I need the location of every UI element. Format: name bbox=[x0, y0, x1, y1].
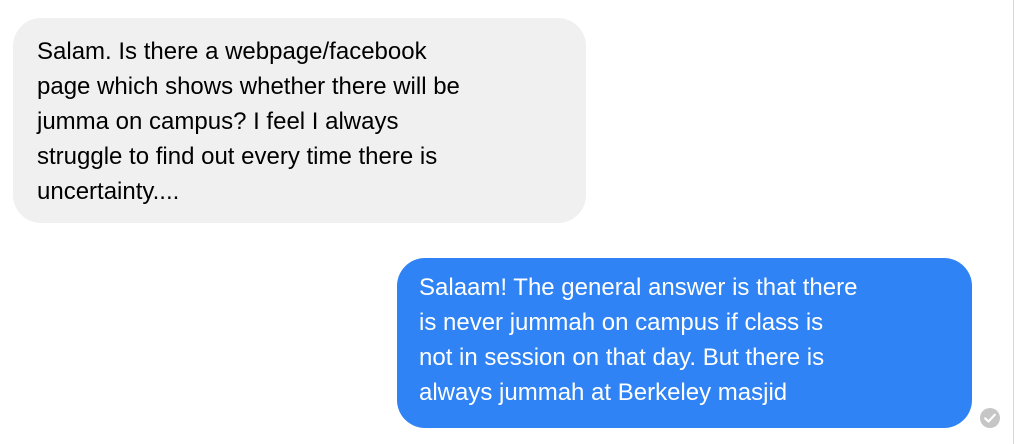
outgoing-message-bubble[interactable]: Salaam! The general answer is that there… bbox=[397, 258, 972, 428]
message-thread: Salam. Is there a webpage/facebook page … bbox=[0, 0, 1014, 444]
check-circle-icon bbox=[980, 408, 1000, 428]
incoming-message-bubble[interactable]: Salam. Is there a webpage/facebook page … bbox=[13, 18, 586, 223]
